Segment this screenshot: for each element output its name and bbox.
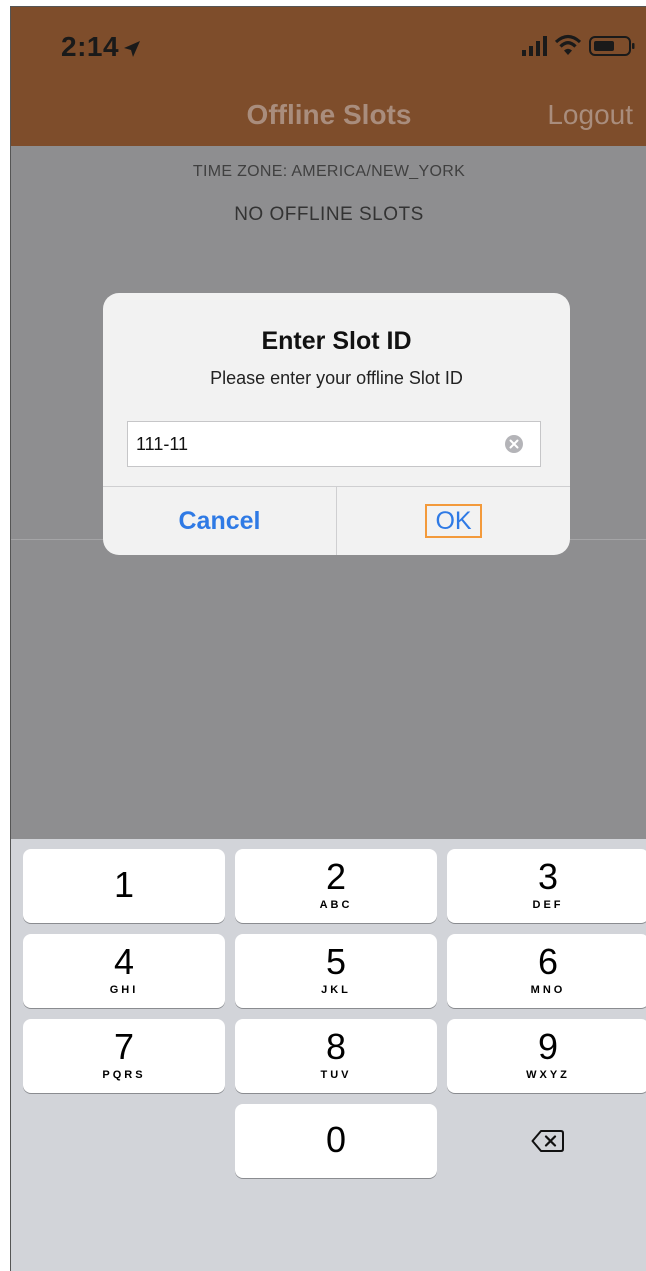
- key-digit: 8: [325, 1026, 347, 1067]
- key-letters: WXYZ: [526, 1069, 570, 1081]
- signal-icon: [522, 36, 547, 56]
- key-digit: 0: [325, 1119, 347, 1160]
- ok-button-label: OK: [425, 504, 482, 538]
- empty-state-label: NO OFFLINE SLOTS: [234, 204, 424, 225]
- key-1[interactable]: 1: [23, 849, 225, 923]
- dialog-title: Enter Slot ID: [261, 327, 412, 355]
- numeric-keypad: 1 2 ABC 3 DEF 4 GHI 5 JKL 6 MNO 7 PQRS 8…: [11, 839, 646, 1271]
- key-letters: ABC: [319, 899, 353, 911]
- key-letters: JKL: [321, 984, 351, 996]
- key-digit: 1: [113, 864, 135, 905]
- key-7[interactable]: 7 PQRS: [23, 1019, 225, 1093]
- slot-id-input[interactable]: [136, 422, 486, 466]
- key-6[interactable]: 6 MNO: [447, 934, 646, 1008]
- status-time: 2:14: [61, 31, 120, 62]
- wifi-icon: [554, 34, 582, 55]
- screen: 2:14 Offline Slots Logout TIME ZONE: AME…: [10, 6, 646, 1271]
- key-letters: TUV: [320, 1069, 352, 1081]
- backspace-icon: [531, 1130, 564, 1152]
- enter-slot-id-dialog: Enter Slot ID Please enter your offline …: [103, 293, 570, 555]
- delete-key[interactable]: [447, 1104, 646, 1178]
- location-arrow-icon: [124, 41, 140, 57]
- key-letters: DEF: [532, 899, 564, 911]
- key-digit: 4: [113, 941, 135, 982]
- key-digit: 7: [113, 1026, 135, 1067]
- logout-button[interactable]: Logout: [547, 99, 633, 131]
- dialog-message: Please enter your offline Slot ID: [210, 368, 463, 388]
- timezone-label: TIME ZONE: AMERICA/NEW_YORK: [192, 163, 466, 180]
- key-digit: 3: [537, 856, 559, 897]
- key-letters: MNO: [530, 984, 566, 996]
- ok-button[interactable]: OK: [337, 487, 570, 555]
- key-digit: 6: [537, 941, 559, 982]
- key-letters: GHI: [109, 984, 139, 996]
- key-8[interactable]: 8 TUV: [235, 1019, 437, 1093]
- clear-text-icon[interactable]: [504, 434, 524, 454]
- key-digit: 2: [325, 856, 347, 897]
- key-0[interactable]: 0: [235, 1104, 437, 1178]
- key-letters: PQRS: [102, 1069, 146, 1081]
- slot-id-field: [127, 421, 541, 467]
- header: 2:14 Offline Slots Logout: [11, 7, 646, 146]
- key-4[interactable]: 4 GHI: [23, 934, 225, 1008]
- key-digit: 5: [325, 941, 347, 982]
- key-digit: 9: [537, 1026, 559, 1067]
- cancel-button[interactable]: Cancel: [103, 487, 336, 555]
- key-9[interactable]: 9 WXYZ: [447, 1019, 646, 1093]
- battery-icon: [589, 36, 635, 56]
- key-2[interactable]: 2 ABC: [235, 849, 437, 923]
- key-3[interactable]: 3 DEF: [447, 849, 646, 923]
- key-5[interactable]: 5 JKL: [235, 934, 437, 1008]
